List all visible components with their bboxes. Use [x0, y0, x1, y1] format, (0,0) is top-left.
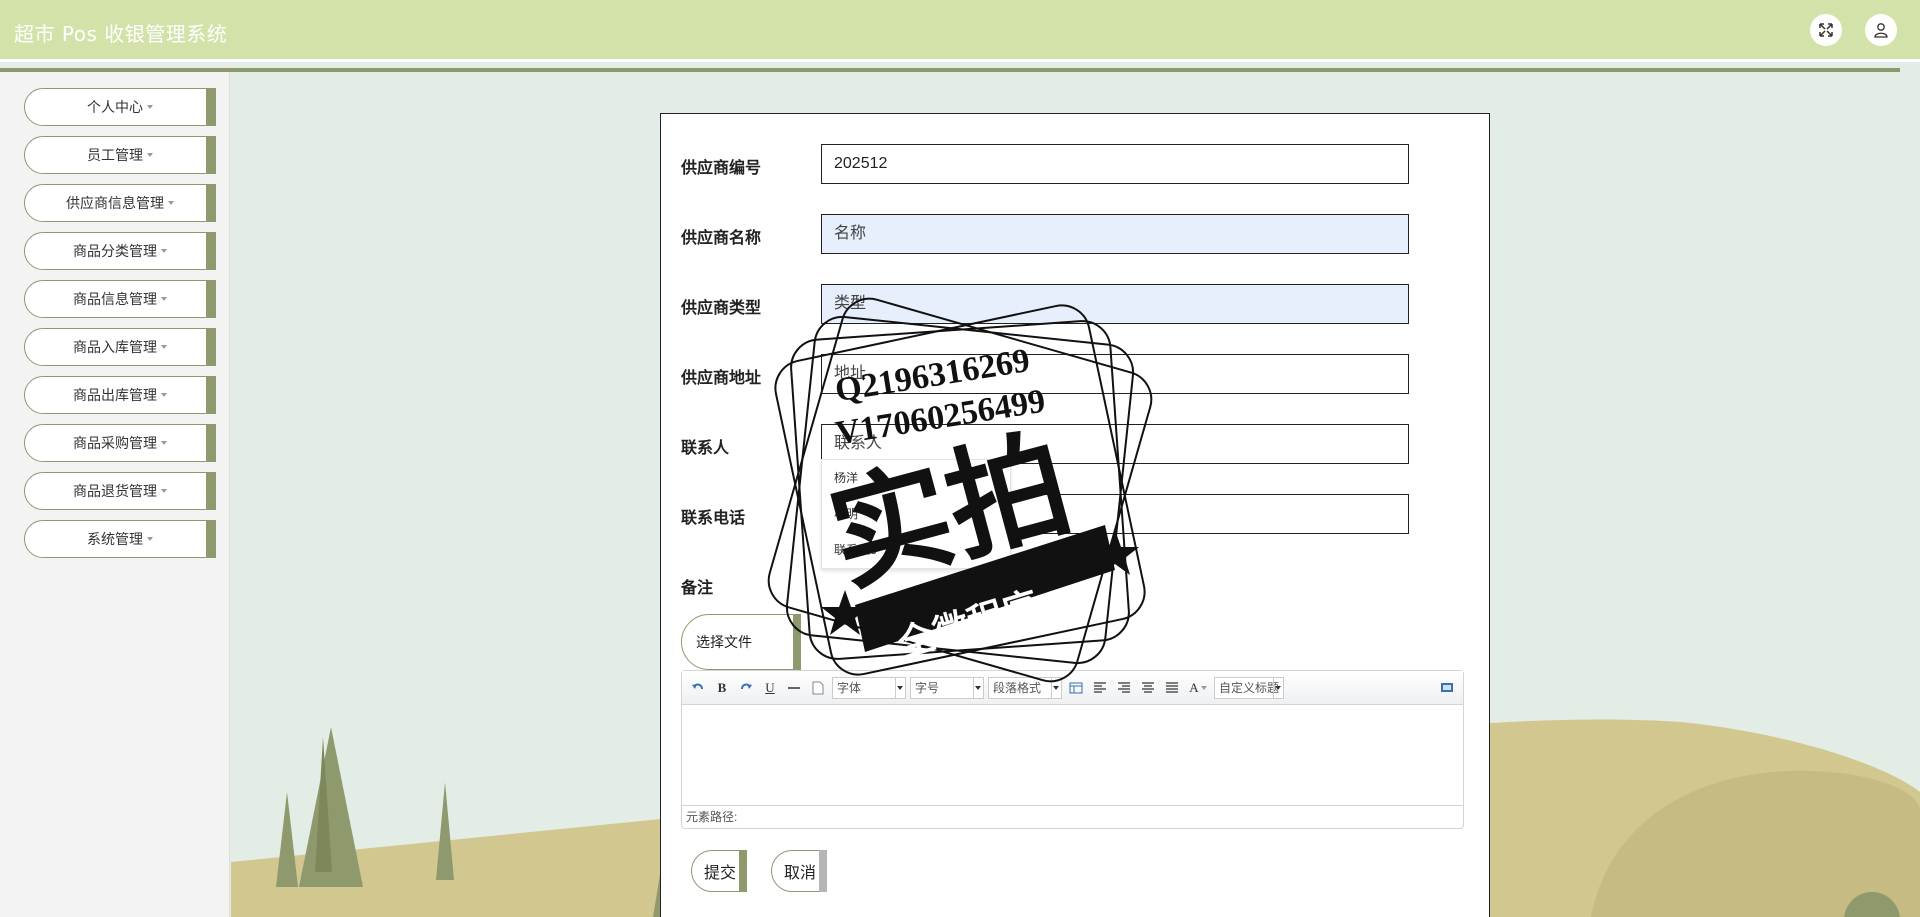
contact-label: 联系人: [681, 440, 730, 457]
font-size-select[interactable]: 字号: [910, 676, 984, 699]
supplier-form-panel: 供应商编号 供应商名称 供应商类型 供应商地址 联系人 联系电话 杨洋 小明 联…: [660, 113, 1490, 917]
sidebar-item-purchase[interactable]: 商品采购管理: [24, 424, 216, 462]
chevron-down-icon: [147, 153, 153, 157]
editor-toolbar: B U 字体 字号 段落格式 A 自定义标题: [682, 671, 1463, 705]
sidebar-item-employees[interactable]: 员工管理: [24, 136, 216, 174]
font-color-icon[interactable]: A: [1186, 678, 1210, 698]
align-left-icon[interactable]: [1090, 678, 1110, 698]
element-path-label: 元素路径:: [686, 810, 738, 824]
autocomplete-item[interactable]: 小明: [822, 496, 1010, 532]
chevron-down-icon: [161, 249, 167, 253]
chevron-down-icon: [161, 441, 167, 445]
supplier-code-label: 供应商编号: [681, 160, 762, 177]
sidebar: 个人中心 员工管理 供应商信息管理 商品分类管理 商品信息管理 商品入库管理 商…: [0, 72, 230, 917]
font-family-value: 字体: [837, 681, 862, 695]
sidebar-item-products[interactable]: 商品信息管理: [24, 280, 216, 318]
supplier-type-input[interactable]: [821, 284, 1409, 324]
sidebar-item-label: 商品出库管理: [73, 387, 157, 403]
autocomplete-item[interactable]: 杨洋: [822, 460, 1010, 496]
submit-button[interactable]: 提交: [691, 850, 747, 892]
chevron-down-icon: [168, 201, 174, 205]
choose-file-label: 选择文件: [696, 634, 752, 650]
chevron-down-icon: [161, 345, 167, 349]
sidebar-item-label: 商品退货管理: [73, 483, 157, 499]
chevron-down-icon: [975, 685, 981, 690]
sidebar-item-profile[interactable]: 个人中心: [24, 88, 216, 126]
choose-file-button[interactable]: 选择文件: [681, 614, 801, 670]
supplier-name-input[interactable]: [821, 214, 1409, 254]
font-size-value: 字号: [915, 681, 940, 695]
element-path-bar: 元素路径:: [682, 805, 1463, 829]
chevron-down-icon: [1275, 685, 1281, 690]
fullscreen-button[interactable]: [1810, 14, 1842, 46]
document-icon[interactable]: [808, 678, 828, 698]
align-center-icon[interactable]: [1138, 678, 1158, 698]
supplier-address-label: 供应商地址: [681, 370, 762, 387]
sidebar-item-label: 系统管理: [87, 531, 143, 547]
cancel-button[interactable]: 取消: [771, 850, 827, 892]
top-header: 超市 Pos 收银管理系统: [0, 0, 1920, 62]
sidebar-item-categories[interactable]: 商品分类管理: [24, 232, 216, 270]
paragraph-value: 段落格式: [993, 681, 1042, 695]
chevron-down-icon: [1053, 685, 1059, 690]
contact-autocomplete-list: 杨洋 小明 联系人6: [821, 459, 1011, 569]
redo-icon[interactable]: [736, 678, 756, 698]
chevron-down-icon: [897, 685, 903, 690]
sidebar-item-label: 商品分类管理: [73, 243, 157, 259]
sidebar-item-label: 员工管理: [87, 147, 143, 163]
chevron-down-icon: [161, 489, 167, 493]
autocomplete-item[interactable]: 联系人6: [822, 532, 1010, 568]
contact-input[interactable]: [821, 424, 1409, 464]
custom-title-select[interactable]: 自定义标题: [1214, 676, 1284, 699]
chevron-down-icon: [161, 393, 167, 397]
bold-icon[interactable]: B: [712, 678, 732, 698]
chevron-down-icon: [147, 105, 153, 109]
user-profile-button[interactable]: [1865, 14, 1897, 46]
font-family-select[interactable]: 字体: [832, 676, 906, 699]
source-code-icon[interactable]: [1437, 678, 1457, 698]
expand-icon: [1819, 23, 1833, 37]
supplier-name-label: 供应商名称: [681, 230, 762, 247]
sidebar-item-suppliers[interactable]: 供应商信息管理: [24, 184, 216, 222]
supplier-address-input[interactable]: [821, 354, 1409, 394]
sidebar-item-label: 商品信息管理: [73, 291, 157, 307]
sidebar-item-system[interactable]: 系统管理: [24, 520, 216, 558]
remark-label: 备注: [681, 580, 714, 597]
table-icon[interactable]: [1066, 678, 1086, 698]
supplier-type-label: 供应商类型: [681, 300, 762, 317]
cancel-label: 取消: [784, 865, 817, 882]
app-title: 超市 Pos 收银管理系统: [14, 22, 228, 46]
horizontal-rule-icon[interactable]: [784, 678, 804, 698]
undo-icon[interactable]: [688, 678, 708, 698]
phone-label: 联系电话: [681, 510, 746, 527]
align-justify-icon[interactable]: [1162, 678, 1182, 698]
sidebar-item-label: 商品入库管理: [73, 339, 157, 355]
submit-label: 提交: [704, 865, 737, 882]
sidebar-item-returns[interactable]: 商品退货管理: [24, 472, 216, 510]
paragraph-select[interactable]: 段落格式: [988, 676, 1062, 699]
underline-icon[interactable]: U: [760, 678, 780, 698]
sidebar-item-stock-in[interactable]: 商品入库管理: [24, 328, 216, 366]
supplier-code-input[interactable]: [821, 144, 1409, 184]
custom-title-value: 自定义标题: [1219, 681, 1280, 695]
user-icon: [1874, 23, 1888, 38]
sidebar-item-stock-out[interactable]: 商品出库管理: [24, 376, 216, 414]
rich-text-editor: B U 字体 字号 段落格式 A 自定义标题 元素路径:: [681, 670, 1464, 829]
chevron-down-icon: [147, 537, 153, 541]
sidebar-item-label: 商品采购管理: [73, 435, 157, 451]
sidebar-item-label: 供应商信息管理: [66, 195, 164, 211]
editor-content-area[interactable]: [682, 705, 1463, 805]
align-right-icon[interactable]: [1114, 678, 1134, 698]
sidebar-item-label: 个人中心: [87, 99, 143, 115]
chevron-down-icon: [161, 297, 167, 301]
